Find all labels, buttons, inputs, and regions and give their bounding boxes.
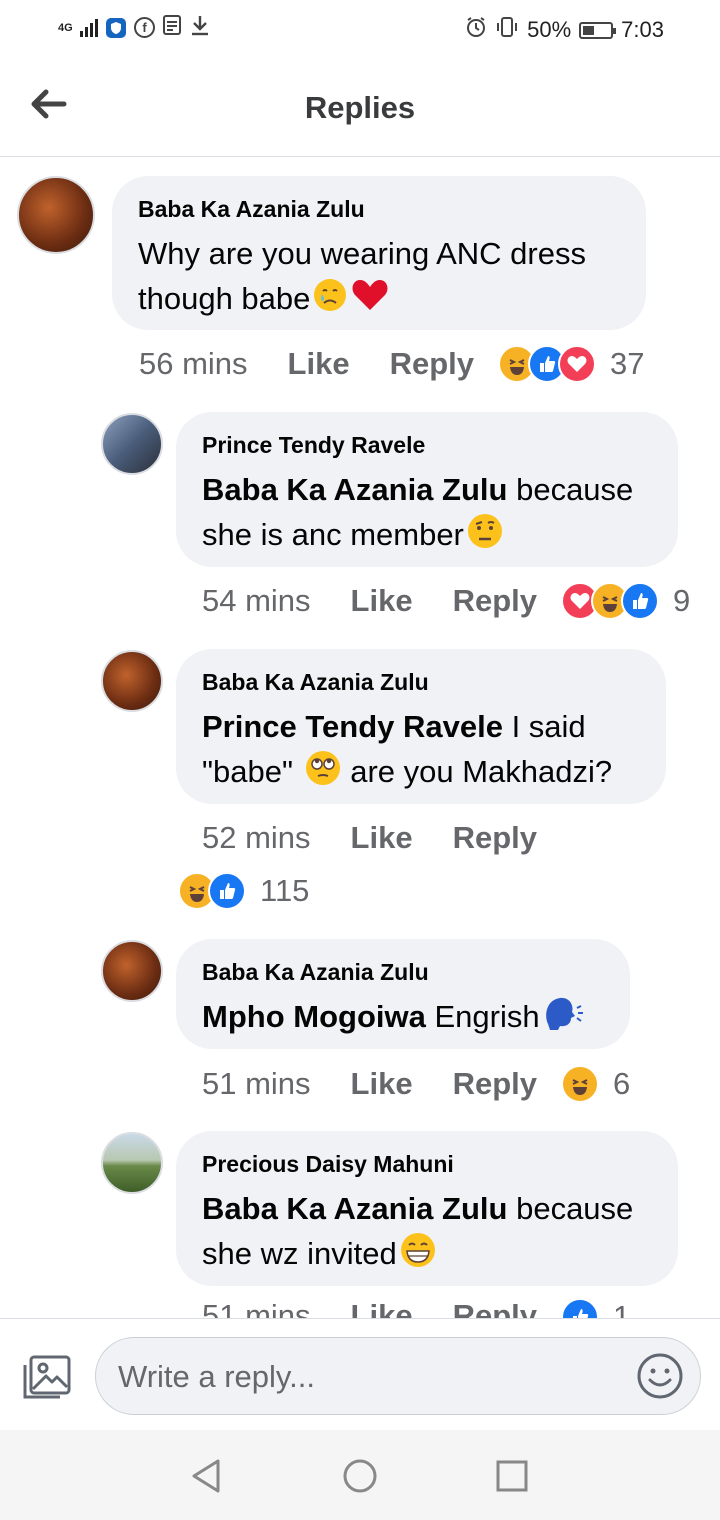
battery-icon <box>579 21 617 39</box>
comment-author[interactable]: Baba Ka Azania Zulu <box>202 959 604 986</box>
comment-author[interactable]: Baba Ka Azania Zulu <box>202 669 640 696</box>
page-title: Replies <box>304 90 416 125</box>
signal-icon <box>80 18 98 37</box>
reactions-summary[interactable]: 6 <box>561 1065 630 1103</box>
system-nav-bar <box>0 1430 720 1520</box>
reply-button[interactable]: Reply <box>453 1298 537 1318</box>
reply-button[interactable]: Reply <box>390 346 474 382</box>
avatar[interactable] <box>101 413 163 475</box>
comment-mention[interactable]: Baba Ka Azania Zulu <box>202 1191 507 1226</box>
crying-face-icon <box>312 277 348 325</box>
reaction-count: 6 <box>613 1066 631 1101</box>
vibrate-icon <box>495 16 519 44</box>
raised-eyebrow-face-icon <box>466 512 504 562</box>
like-button[interactable]: Like <box>351 820 413 856</box>
comment-meta: 54 mins Like Reply 9 <box>202 582 690 620</box>
like-button[interactable]: Like <box>351 1298 413 1318</box>
comment-meta: 56 mins Like Reply 37 <box>139 345 644 383</box>
love-reaction-icon <box>558 345 596 383</box>
speaking-head-icon <box>542 994 586 1044</box>
network-type: 4G <box>58 21 73 34</box>
like-button[interactable]: Like <box>288 346 350 382</box>
comment-meta: 51 mins Like Reply 6 <box>202 1065 630 1103</box>
red-heart-icon <box>350 277 390 325</box>
home-circle-icon[interactable] <box>340 1456 380 1496</box>
comment-mention[interactable]: Prince Tendy Ravele <box>202 709 503 744</box>
reaction-count: 9 <box>673 583 691 618</box>
grinning-face-icon <box>399 1231 437 1281</box>
haha-reaction-icon <box>561 1065 599 1103</box>
comment-text: Why are you wearing ANC dress though bab… <box>138 231 620 325</box>
status-bar: 4G f 50% 7:03 <box>0 0 720 60</box>
reactions-summary[interactable]: 9 <box>561 582 690 620</box>
alarm-icon <box>465 16 487 44</box>
like-reaction-icon <box>561 1298 599 1318</box>
avatar[interactable] <box>101 1132 163 1194</box>
comment-body: Engrish <box>425 999 540 1035</box>
reaction-icons: 115 <box>178 872 309 910</box>
avatar[interactable] <box>101 940 163 1002</box>
avatar[interactable] <box>101 650 163 712</box>
reactions-summary[interactable]: 115 <box>178 872 309 910</box>
comment-time[interactable]: 52 mins <box>202 820 311 856</box>
app-header: Replies <box>0 60 720 157</box>
avatar[interactable] <box>17 176 95 254</box>
comment-author[interactable]: Precious Daisy Mahuni <box>202 1151 652 1178</box>
reply-button[interactable]: Reply <box>453 820 537 856</box>
comment-author[interactable]: Baba Ka Azania Zulu <box>138 196 620 223</box>
comment-meta: 52 mins Like Reply <box>202 820 537 856</box>
reaction-count: 115 <box>260 873 310 908</box>
reply-input-container <box>95 1337 701 1416</box>
clock: 7:03 <box>621 17 664 42</box>
reaction-count: 37 <box>610 346 645 381</box>
comment-text: Baba Ka Azania Zulu because she is anc m… <box>202 467 652 562</box>
comment-mention[interactable]: Baba Ka Azania Zulu <box>202 472 507 507</box>
like-button[interactable]: Like <box>351 583 413 619</box>
battery-percent: 50% <box>527 17 572 42</box>
comment-time[interactable]: 51 mins <box>202 1298 311 1318</box>
status-right-icons: 50% 7:03 <box>465 16 664 44</box>
comment-time[interactable]: 51 mins <box>202 1066 311 1102</box>
eye-roll-face-icon <box>304 749 342 799</box>
back-triangle-icon[interactable] <box>186 1456 226 1496</box>
like-reaction-icon <box>621 582 659 620</box>
facebook-icon: f <box>134 17 155 38</box>
reaction-count: 1 <box>613 1299 631 1318</box>
comment-time[interactable]: 54 mins <box>202 583 311 619</box>
download-icon <box>189 14 211 41</box>
comment-bubble: Prince Tendy Ravele Baba Ka Azania Zulu … <box>176 412 678 567</box>
like-button[interactable]: Like <box>351 1066 413 1102</box>
reply-button[interactable]: Reply <box>453 1066 537 1102</box>
status-left-icons: 4G f <box>58 14 211 41</box>
comment-author[interactable]: Prince Tendy Ravele <box>202 432 652 459</box>
reply-button[interactable]: Reply <box>453 583 537 619</box>
smiley-icon[interactable] <box>636 1352 684 1400</box>
vpn-shield-icon <box>106 17 126 38</box>
comment-bubble: Baba Ka Azania Zulu Mpho Mogoiwa Engrish <box>176 939 630 1049</box>
comment-bubble: Baba Ka Azania Zulu Prince Tendy Ravele … <box>176 649 666 804</box>
reply-composer <box>0 1318 720 1431</box>
news-icon <box>163 15 181 40</box>
comment-text: Prince Tendy Ravele I said "babe" are yo… <box>202 704 640 799</box>
recents-square-icon[interactable] <box>492 1456 532 1496</box>
reactions-summary[interactable]: 37 <box>498 345 644 383</box>
comment-meta: 51 mins Like Reply 1 <box>202 1298 630 1318</box>
comment-bubble: Baba Ka Azania Zulu Why are you wearing … <box>112 176 646 330</box>
reactions-summary[interactable]: 1 <box>561 1298 630 1318</box>
comment-text: Mpho Mogoiwa Engrish <box>202 994 604 1044</box>
comment-body-2: are you Makhadzi? <box>341 754 613 790</box>
comment-bubble: Precious Daisy Mahuni Baba Ka Azania Zul… <box>176 1131 678 1286</box>
comment-mention[interactable]: Mpho Mogoiwa <box>202 999 426 1034</box>
like-reaction-icon <box>208 872 246 910</box>
photo-gallery-icon[interactable] <box>22 1355 72 1401</box>
comment-text: Baba Ka Azania Zulu because she wz invit… <box>202 1186 652 1281</box>
reply-input[interactable] <box>116 1338 620 1416</box>
comment-time[interactable]: 56 mins <box>139 346 248 382</box>
